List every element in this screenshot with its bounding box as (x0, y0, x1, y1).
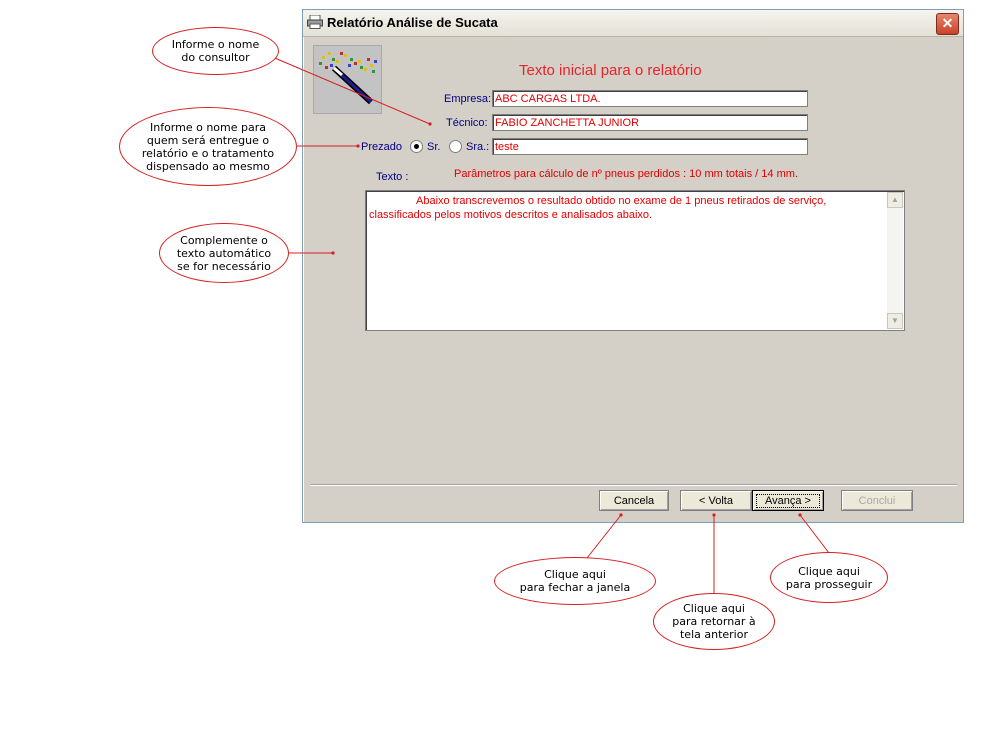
annotation-consultor: Informe o nome do consultor (152, 27, 279, 75)
annotation-recipient: Informe o nome para quem será entregue o… (119, 107, 297, 186)
close-button[interactable]: ✕ (936, 13, 959, 35)
window-title: Relatório Análise de Sucata (327, 15, 498, 30)
button-separator (311, 484, 957, 486)
tecnico-field[interactable]: FABIO ZANCHETTA JUNIOR (492, 114, 808, 131)
wizard-wand-logo (313, 45, 382, 114)
title-bar: Relatório Análise de Sucata ✕ (303, 10, 963, 37)
sr-label: Sr. (427, 141, 441, 153)
empresa-label: Empresa: (444, 93, 492, 105)
sra-radio[interactable] (449, 140, 462, 153)
annotation-close-window: Clique aqui para fechar a janela (494, 557, 656, 605)
finish-button[interactable]: Conclui (841, 490, 913, 511)
cancel-button[interactable]: Cancela (599, 490, 669, 511)
vertical-scrollbar[interactable]: ▲ ▼ (887, 192, 903, 329)
prezado-name-field[interactable]: teste (492, 138, 808, 155)
empresa-field[interactable]: ABC CARGAS LTDA. (492, 90, 808, 107)
scroll-up-icon[interactable]: ▲ (887, 192, 903, 208)
tecnico-label: Técnico: (446, 117, 488, 129)
sr-radio[interactable] (410, 140, 423, 153)
parameters-text: Parâmetros para cálculo de nº pneus perd… (454, 168, 798, 180)
printer-icon (307, 15, 323, 29)
annotation-proceed: Clique aqui para prosseguir (770, 552, 888, 603)
texto-content: Abaixo transcrevemos o resultado obtido … (369, 195, 827, 221)
back-button[interactable]: < Volta (680, 490, 752, 511)
next-button[interactable]: Avança > (752, 490, 824, 511)
scroll-down-icon[interactable]: ▼ (887, 313, 903, 329)
report-window: Relatório Análise de Sucata ✕ Texto inic… (302, 9, 964, 523)
texto-label: Texto : (376, 171, 409, 183)
next-button-label: Avança > (756, 494, 820, 508)
sra-label: Sra.: (466, 141, 490, 153)
texto-textarea[interactable]: Abaixo transcrevemos o resultado obtido … (365, 190, 905, 331)
prezado-label: Prezado (361, 141, 402, 153)
magic-wand-icon (314, 46, 381, 113)
annotation-go-back: Clique aqui para retornar à tela anterio… (653, 593, 775, 650)
page-heading: Texto inicial para o relatório (519, 62, 702, 79)
close-icon: ✕ (941, 15, 954, 31)
annotation-complement: Complemente o texto automático se for ne… (159, 223, 289, 283)
